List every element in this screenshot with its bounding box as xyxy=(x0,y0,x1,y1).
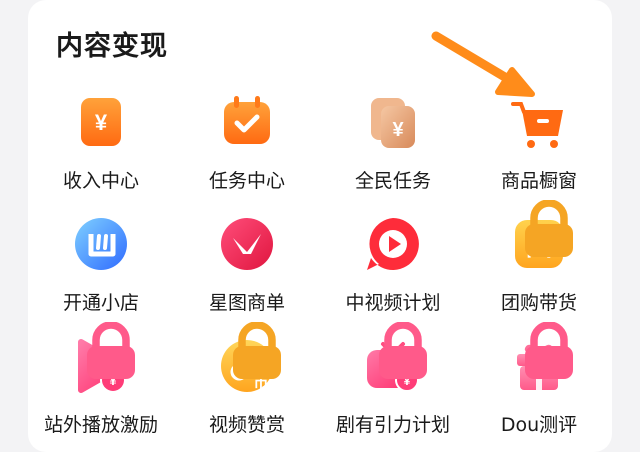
lock-icon xyxy=(525,200,573,257)
group-buy-icon: 团 xyxy=(509,200,573,274)
feature-drama-gravity-plan[interactable]: ¥ 剧有引力计划 xyxy=(320,322,466,452)
feature-label: 星图商单 xyxy=(208,292,285,314)
lock-icon xyxy=(87,322,135,379)
feature-label: 中视频计划 xyxy=(345,292,441,314)
feature-label: 开通小店 xyxy=(62,292,139,314)
shop-badge-icon xyxy=(71,214,131,274)
feature-label: 视频赞赏 xyxy=(208,414,285,436)
feature-label: 全民任务 xyxy=(354,170,431,192)
lock-icon xyxy=(379,322,427,379)
feature-label: 收入中心 xyxy=(62,170,139,192)
feature-label: 剧有引力计划 xyxy=(335,414,450,436)
feature-label: 站外播放激励 xyxy=(43,414,158,436)
svg-text:¥: ¥ xyxy=(95,110,108,135)
feature-offsite-play-incentive[interactable]: ¥ 站外播放激励 xyxy=(28,322,174,452)
section-title: 内容变现 xyxy=(56,31,168,62)
feature-label: Dou测评 xyxy=(500,414,578,436)
lock-icon xyxy=(525,322,573,379)
feature-star-map[interactable]: 星图商单 xyxy=(174,210,320,330)
calendar-check-icon xyxy=(217,92,277,152)
feature-group-buy[interactable]: 团 团购带货 xyxy=(466,200,612,330)
feature-income-center[interactable]: ¥ 收入中心 xyxy=(28,88,174,208)
play-yuan-icon: ¥ xyxy=(71,322,135,396)
play-circle-icon xyxy=(363,214,423,274)
content-monetization-card: 内容变现 ¥ 收入中心 任务中心 ¥ 全民任务 商品橱窗 开通小店 星图商单 中… xyxy=(28,0,612,452)
tiktok-coin-icon: 币 xyxy=(217,322,281,396)
feature-dou-review[interactable]: Dou测评 xyxy=(466,322,612,452)
gift-box-icon xyxy=(509,322,573,396)
feature-mid-video-plan[interactable]: 中视频计划 xyxy=(320,210,466,330)
star-map-icon xyxy=(217,214,277,274)
shopping-cart-icon xyxy=(509,92,569,152)
feature-label: 商品橱窗 xyxy=(500,170,577,192)
feature-video-reward[interactable]: 币 视频赞赏 xyxy=(174,322,320,452)
feature-open-shop[interactable]: 开通小店 xyxy=(28,210,174,330)
lock-icon xyxy=(233,322,281,379)
feature-task-center[interactable]: 任务中心 xyxy=(174,88,320,208)
feature-label: 任务中心 xyxy=(208,170,285,192)
feature-national-tasks[interactable]: ¥ 全民任务 xyxy=(320,88,466,208)
yuan-wallet-icon: ¥ xyxy=(71,92,131,152)
feature-product-showcase[interactable]: 商品橱窗 xyxy=(466,88,612,208)
svg-text:¥: ¥ xyxy=(392,119,404,141)
coin-cards-icon: ¥ xyxy=(363,92,423,152)
tv-yuan-icon: ¥ xyxy=(363,322,427,396)
feature-label: 团购带货 xyxy=(500,292,577,314)
